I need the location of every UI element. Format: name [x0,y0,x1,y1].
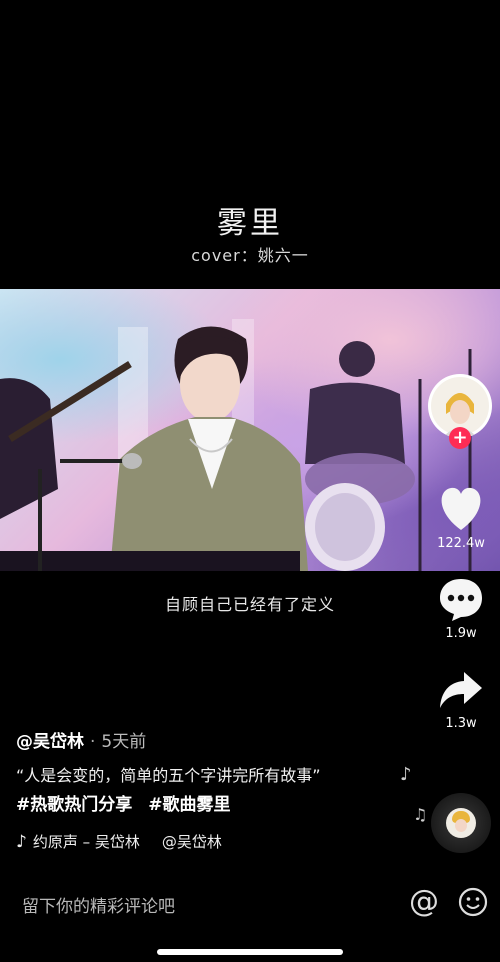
music-title: 约原声 – 吴岱林 [32,833,140,851]
hashtag-list: #热歌热门分享 #歌曲雾里 [16,790,247,815]
post-caption: “人是会变的，简单的五个字讲完所有故事” [16,766,321,785]
emoji-icon [458,887,488,917]
post-time: 5天前 [101,732,147,752]
hashtag-link[interactable]: #歌曲雾里 [148,795,230,815]
author-name[interactable]: @吴岱林 [16,732,84,752]
post-author-line: @吴岱林 · 5天前 [16,727,146,752]
music-note-icon: ♫ [413,805,428,824]
mention-button[interactable]: @ [408,885,440,919]
comment-icon [440,579,482,621]
like-count: 122.4w [437,536,485,551]
song-title: 雾里 [217,206,283,241]
emoji-button[interactable] [458,887,488,917]
hashtag-link[interactable]: #热歌热门分享 [16,795,132,815]
share-button[interactable] [438,670,484,710]
music-line[interactable]: ♪ 约原声 – 吴岱林 @吴岱林 [16,831,222,852]
follow-plus-icon[interactable]: + [449,427,471,449]
like-button[interactable] [426,482,496,534]
share-icon [440,672,482,708]
separator-dot: · [90,732,96,752]
music-author: @吴岱林 [161,833,222,851]
song-cover-credit: cover：姚六一 [191,246,309,265]
video-subtitle: 自顾自己已经有了定义 [164,595,335,614]
music-disc-cover [446,808,476,838]
comment-button[interactable] [438,577,484,623]
music-note-icon: ♪ [400,764,412,785]
comment-count: 1.9w [445,626,477,641]
tiktok-note-icon: ♪ [16,832,27,852]
share-count: 1.3w [445,716,477,731]
comment-input[interactable]: 留下你的精彩评论吧 [22,892,175,917]
at-icon: @ [409,884,439,919]
home-indicator[interactable] [157,949,343,955]
music-disc-icon[interactable] [431,793,491,853]
video-frame[interactable] [0,289,500,571]
performance-scene [0,319,472,571]
heart-icon [441,487,481,530]
